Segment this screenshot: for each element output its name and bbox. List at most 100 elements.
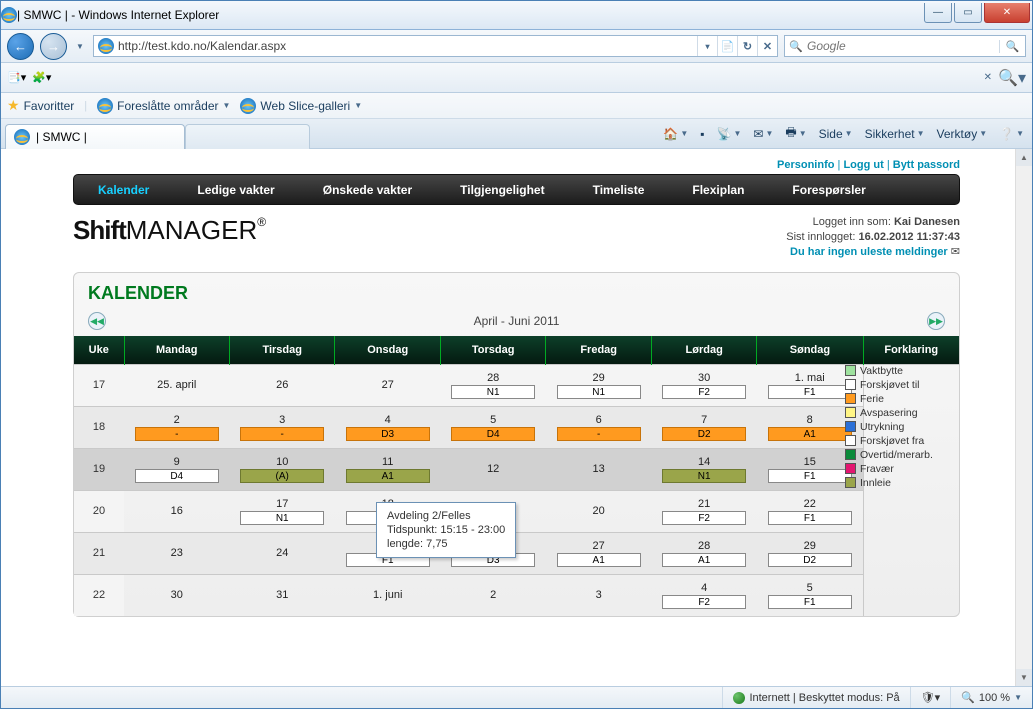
shift-badge[interactable]: N1 — [451, 385, 535, 399]
day-cell[interactable]: 31 — [229, 574, 334, 616]
mail-button[interactable]: ✉▼ — [753, 127, 773, 141]
compat-button[interactable]: 📄 — [717, 36, 737, 56]
browser-tab[interactable]: | SMWC | — [5, 124, 185, 149]
shift-badge[interactable]: D4 — [451, 427, 535, 441]
day-cell[interactable]: 26 — [229, 364, 334, 406]
stop-button[interactable]: ✕ — [757, 36, 777, 56]
day-cell[interactable]: 23 — [124, 532, 229, 574]
shift-badge[interactable]: F2 — [662, 511, 746, 525]
back-button[interactable]: ← — [7, 33, 34, 60]
url-dropdown[interactable]: ▾ — [697, 36, 717, 56]
nav-item-kalender[interactable]: Kalender — [74, 175, 173, 204]
shift-badge[interactable]: F1 — [768, 511, 852, 525]
day-cell[interactable]: 10(A) — [229, 448, 334, 490]
day-cell[interactable]: 30F2 — [651, 364, 756, 406]
shift-badge[interactable]: F2 — [662, 385, 746, 399]
toolbar-icon[interactable]: 🧩▾ — [32, 71, 51, 84]
change-password-link[interactable]: Bytt passord — [893, 159, 960, 171]
feeds-button[interactable]: 📡▼ — [717, 127, 742, 141]
day-cell[interactable]: 11A1 — [335, 448, 440, 490]
nav-item-flexiplan[interactable]: Flexiplan — [668, 175, 768, 204]
shift-badge[interactable]: F2 — [662, 595, 746, 609]
day-cell[interactable]: 13 — [546, 448, 651, 490]
refresh-button[interactable]: ↻ — [737, 36, 757, 56]
shift-badge[interactable]: F1 — [768, 385, 852, 399]
day-cell[interactable]: 21F2 — [651, 490, 756, 532]
minimize-button[interactable]: — — [924, 3, 952, 23]
shift-badge[interactable]: - — [240, 427, 324, 441]
url-input[interactable] — [118, 37, 697, 55]
day-cell[interactable]: 17N1 — [229, 490, 334, 532]
prev-period-button[interactable]: ◀◀ — [88, 312, 106, 330]
favorites-button[interactable]: ★Favoritter — [7, 97, 74, 114]
shift-badge[interactable]: N1 — [662, 469, 746, 483]
close-button[interactable]: ✕ — [984, 3, 1030, 23]
day-cell[interactable]: 9D4 — [124, 448, 229, 490]
maximize-button[interactable]: ▭ — [954, 3, 982, 23]
protected-mode-icon[interactable]: 🛡▾ — [910, 687, 951, 708]
messages-link[interactable]: Du har ingen uleste meldinger — [790, 246, 948, 258]
nav-history-dropdown[interactable]: ▼ — [73, 33, 87, 60]
shift-badge[interactable]: A1 — [557, 553, 641, 567]
day-cell[interactable]: 25. april — [124, 364, 229, 406]
day-cell[interactable]: 1. juni — [335, 574, 440, 616]
zoom-control[interactable]: 🔍100 % ▼ — [950, 687, 1032, 708]
shift-badge[interactable]: D4 — [135, 469, 219, 483]
search-button[interactable]: 🔍 — [999, 40, 1025, 53]
day-cell[interactable]: 14N1 — [651, 448, 756, 490]
scroll-down[interactable]: ▼ — [1016, 669, 1032, 686]
shift-badge[interactable]: N1 — [557, 385, 641, 399]
home-button[interactable]: 🏠▼ — [663, 127, 688, 141]
day-cell[interactable]: 28N1 — [440, 364, 545, 406]
new-tab-button[interactable] — [185, 124, 310, 149]
day-cell[interactable]: 29N1 — [546, 364, 651, 406]
webslice-link[interactable]: Web Slice-galleri ▼ — [240, 98, 362, 114]
print-button[interactable]: 🖶▼ — [785, 123, 806, 144]
day-cell[interactable]: 3 — [546, 574, 651, 616]
day-cell[interactable]: 24 — [229, 532, 334, 574]
day-cell[interactable]: 27A1 — [546, 532, 651, 574]
day-cell[interactable]: 12 — [440, 448, 545, 490]
search-provider-icon[interactable]: 🔍 — [785, 40, 807, 53]
personinfo-link[interactable]: Personinfo — [777, 159, 834, 171]
safety-menu[interactable]: Sikkerhet▼ — [865, 127, 925, 141]
next-period-button[interactable]: ▶▶ — [927, 312, 945, 330]
day-cell[interactable]: 27 — [335, 364, 440, 406]
shift-badge[interactable]: A1 — [662, 553, 746, 567]
scroll-up[interactable]: ▲ — [1016, 149, 1032, 166]
scrollbar[interactable]: ▲ ▼ — [1015, 149, 1032, 686]
search-input[interactable] — [807, 37, 999, 55]
day-cell[interactable]: 20 — [546, 490, 651, 532]
shift-badge[interactable]: - — [557, 427, 641, 441]
shift-badge[interactable]: - — [135, 427, 219, 441]
shift-badge[interactable]: (A) — [240, 469, 324, 483]
search-large-icon[interactable]: 🔍▾ — [998, 68, 1026, 88]
shift-badge[interactable]: N1 — [240, 511, 324, 525]
toolbar-icon[interactable]: 📑▾ — [7, 71, 26, 84]
tools-menu[interactable]: Verktøy▼ — [937, 127, 988, 141]
day-cell[interactable]: 7D2 — [651, 406, 756, 448]
logout-link[interactable]: Logg ut — [843, 159, 883, 171]
help-menu[interactable]: ❔▼ — [999, 127, 1024, 141]
forward-button[interactable]: → — [40, 33, 67, 60]
suggested-sites-link[interactable]: Foreslåtte områder ▼ — [97, 98, 230, 114]
toolbar-close[interactable]: ✕ — [984, 72, 992, 83]
shift-badge[interactable]: D3 — [346, 427, 430, 441]
nav-item-forespørsler[interactable]: Forespørsler — [768, 175, 889, 204]
day-cell[interactable]: 22F1 — [757, 490, 863, 532]
nav-item-timeliste[interactable]: Timeliste — [569, 175, 669, 204]
day-cell[interactable]: 2 — [440, 574, 545, 616]
shift-badge[interactable]: A1 — [768, 427, 852, 441]
shift-badge[interactable]: F1 — [768, 469, 852, 483]
shift-badge[interactable]: F1 — [768, 595, 852, 609]
nav-item-tilgjengelighet[interactable]: Tilgjengelighet — [436, 175, 568, 204]
day-cell[interactable]: 5D4 — [440, 406, 545, 448]
day-cell[interactable]: 4D3 — [335, 406, 440, 448]
day-cell[interactable]: 28A1 — [651, 532, 756, 574]
day-cell[interactable]: 4F2 — [651, 574, 756, 616]
day-cell[interactable]: 3- — [229, 406, 334, 448]
day-cell[interactable]: 30 — [124, 574, 229, 616]
shift-badge[interactable]: A1 — [346, 469, 430, 483]
day-cell[interactable]: 16 — [124, 490, 229, 532]
day-cell[interactable]: 5F1 — [757, 574, 863, 616]
